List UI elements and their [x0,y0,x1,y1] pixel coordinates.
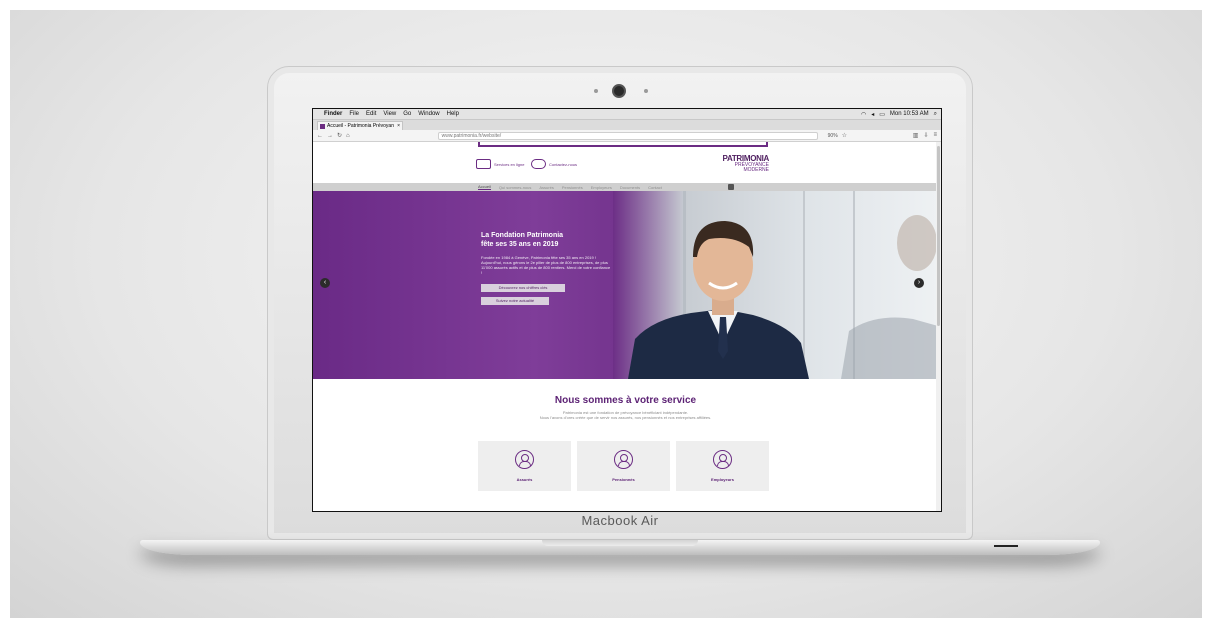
nav-about[interactable]: Qui sommes-nous [499,185,531,190]
hero-body: Fondée en 1984 à Genève, Patrimonia fête… [481,255,611,275]
page-scrollbar[interactable] [936,142,941,511]
tab-title: Accueil - Patrimonia Prévoyan [327,123,394,129]
zoom-level[interactable]: 90% [828,133,838,139]
laptop-notch [542,540,698,546]
contact-label: Contactez-nous [549,161,578,167]
os-menubar: Finder File Edit View Go Window Help ◠ ◂… [313,109,941,120]
nav-documents[interactable]: Documents [620,185,640,190]
browser-toolbar: ← → ↻ ⌂ www.patrimonia.fr/website/ 90% ☆… [313,130,941,142]
laptop-brand-label: Macbook Air [581,513,659,528]
nav-pensionnes[interactable]: Pensionnés [562,185,583,190]
service-subtitle-line2: Nous l'avons d'ores créée que de servir … [539,415,712,420]
card-label: Pensionnés [612,477,635,482]
menubar-status: ◠ ◂ ▭ Mon 10:53 AM ⌕ [861,111,937,118]
menu-file[interactable]: File [349,111,359,117]
nav-items: Accueil Qui sommes-nous Assurés Pensionn… [478,183,662,191]
browser-tab[interactable]: Accueil - Patrimonia Prévoyan × [317,121,403,130]
news-button[interactable]: Suivez notre actualité [481,297,549,305]
nav-contact[interactable]: Contact [648,185,662,190]
hero-photo [613,191,938,379]
monitor-icon [476,159,491,169]
audience-cards: Assurés Pensionnés Employeurs [478,441,769,491]
mic-dot [644,89,648,93]
status-light [994,545,1018,547]
menu-finder[interactable]: Finder [324,111,342,117]
battery-icon[interactable]: ▭ [879,111,885,118]
favicon-icon [320,123,325,129]
back-icon[interactable]: ← [317,133,323,139]
product-photo-background: Finder File Edit View Go Window Help ◠ ◂… [10,10,1202,618]
library-icon[interactable]: ▥ [913,132,919,139]
card-assures[interactable]: Assurés [478,441,571,491]
downloads-icon[interactable]: ⇩ [923,132,928,139]
person-icon [614,450,633,469]
contact-link[interactable]: Contactez-nous [531,159,577,169]
spotlight-icon[interactable]: ⌕ [934,111,937,118]
chevron-right-icon[interactable]: › [914,278,924,288]
menubar-clock[interactable]: Mon 10:53 AM [890,111,929,117]
menu-help[interactable]: Help [447,111,459,117]
nav-search-button[interactable] [728,184,734,190]
laptop-lid: Finder File Edit View Go Window Help ◠ ◂… [267,66,973,540]
hero-title-line1: La Fondation Patrimonia [481,232,564,239]
reload-icon[interactable]: ↻ [337,132,342,139]
volume-icon[interactable]: ◂ [871,111,874,118]
forward-icon[interactable]: → [327,133,333,139]
service-subtitle: Patrimonia est une fondation de prévoyan… [463,410,788,420]
card-label: Assurés [516,477,533,482]
person-icon [515,450,534,469]
web-page: Services en ligne Contactez-nous PATRIMO… [313,142,941,511]
person-icon [713,450,732,469]
chat-icon [531,159,546,169]
service-title: Nous sommes à votre service [554,395,697,406]
site-nav: Accueil Qui sommes-nous Assurés Pensionn… [313,183,938,191]
nav-employeurs[interactable]: Employeurs [591,185,612,190]
card-employeurs[interactable]: Employeurs [676,441,769,491]
laptop-base [140,540,1100,555]
laptop-screen: Finder File Edit View Go Window Help ◠ ◂… [312,108,942,512]
menu-view[interactable]: View [383,111,396,117]
menu-icon[interactable]: ≡ [933,132,937,139]
chevron-left-icon[interactable]: ‹ [320,278,330,288]
scrollbar-thumb[interactable] [937,146,940,326]
hero-title-line2: fête ses 35 ans en 2019 [481,241,559,248]
home-icon[interactable]: ⌂ [346,133,350,139]
card-label: Employeurs [711,477,734,482]
mic-dot [594,89,598,93]
hero-slider: La Fondation Patrimonia fête ses 35 ans … [313,191,938,379]
close-icon[interactable]: × [397,123,400,129]
online-services-link[interactable]: Services en ligne [476,159,524,169]
site-header: Services en ligne Contactez-nous PATRIMO… [313,147,938,183]
logo-line3: MODERNE [743,167,769,173]
wifi-icon[interactable]: ◠ [861,111,866,118]
site-logo[interactable]: PATRIMONIA PRÉVOYANCE MODERNE [713,155,770,173]
online-services-label: Services en ligne [494,161,525,167]
toolbar-right: ▥ ⇩ ≡ [913,132,937,139]
hero-text: La Fondation Patrimonia fête ses 35 ans … [481,231,611,305]
key-figures-button[interactable]: Découvrez nos chiffres clés [481,284,565,292]
url-text: www.patrimonia.fr/website/ [441,132,502,139]
bookmark-icon[interactable]: ☆ [842,132,847,139]
url-bar[interactable]: www.patrimonia.fr/website/ [437,131,818,140]
nav-accueil[interactable]: Accueil [478,184,491,190]
menu-go[interactable]: Go [403,111,411,117]
menu-window[interactable]: Window [418,111,439,117]
camera-icon [612,84,626,98]
card-pensionnes[interactable]: Pensionnés [577,441,670,491]
browser-tabbar: Accueil - Patrimonia Prévoyan × [313,120,941,130]
nav-assures[interactable]: Assurés [539,185,553,190]
menu-edit[interactable]: Edit [366,111,376,117]
